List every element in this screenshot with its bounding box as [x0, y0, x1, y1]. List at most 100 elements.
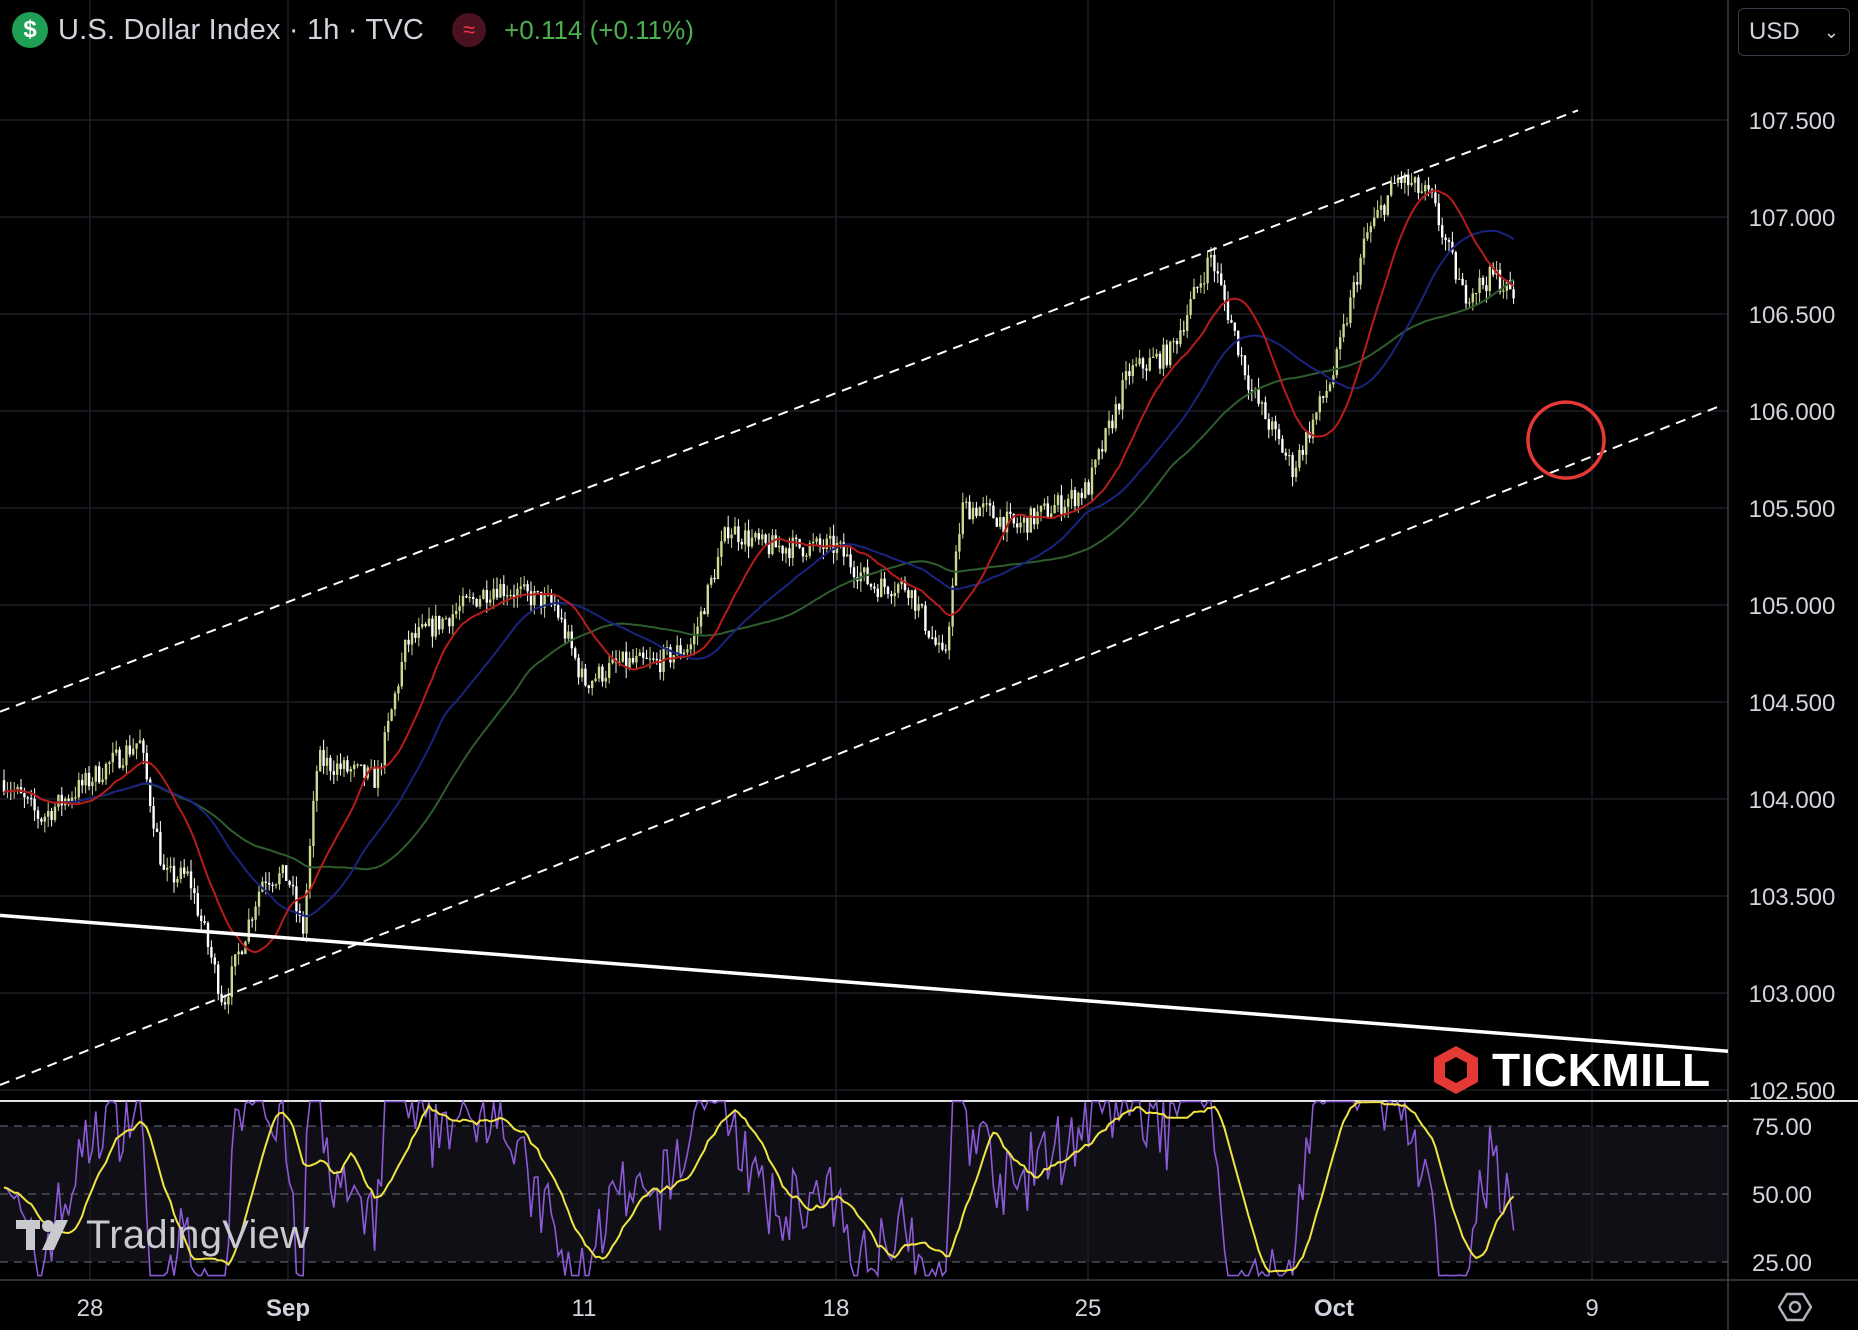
candle-body — [128, 745, 131, 755]
candle-body — [339, 763, 342, 770]
candle-body — [686, 649, 689, 653]
currency-button[interactable]: USD ⌄ — [1738, 8, 1850, 56]
candle-body — [594, 678, 597, 682]
candle-body — [699, 611, 703, 627]
candle-body — [795, 537, 798, 539]
candle-body — [359, 764, 363, 766]
dollar-icon[interactable]: $ — [12, 12, 48, 48]
candle-body — [1128, 371, 1131, 376]
candle-body — [271, 884, 274, 886]
tickmill-logo: TICKMILL — [1430, 1044, 1711, 1096]
candle-body — [1118, 403, 1121, 410]
candle-body — [1267, 419, 1270, 430]
candle-body — [1339, 337, 1342, 350]
candle-body — [1148, 357, 1151, 371]
candle-body — [1481, 277, 1485, 286]
candle-body — [53, 806, 57, 820]
candle-body — [1070, 489, 1073, 499]
candle-body — [506, 595, 509, 597]
candle-body — [342, 760, 346, 770]
candle — [1454, 250, 1457, 284]
price-change: +0.114 (+0.11%) — [504, 14, 694, 45]
candle-body — [1179, 330, 1182, 345]
candle-body — [451, 614, 454, 627]
candle — [285, 865, 288, 881]
candle-body — [247, 919, 250, 942]
candle-body — [1080, 492, 1083, 498]
candle-body — [1281, 438, 1284, 453]
candle-body — [526, 584, 529, 592]
candle-body — [784, 548, 788, 554]
candle-body — [849, 554, 852, 568]
candle-body — [240, 951, 244, 955]
candle — [475, 598, 478, 608]
candle-body — [70, 797, 74, 802]
y-tick-label: 106.000 — [1749, 399, 1836, 426]
candle-body — [778, 545, 781, 548]
candle-body — [1233, 322, 1236, 331]
candle-body — [145, 752, 148, 780]
candle-body — [1417, 177, 1420, 193]
rsi-tick-label: 75.00 — [1752, 1114, 1812, 1141]
chart-canvas[interactable]: 107.500 107.000 106.500 106.000 105.500 105.0… — [0, 0, 1858, 1330]
y-tick-label: 106.500 — [1749, 302, 1836, 329]
candle-body — [1138, 358, 1141, 365]
candle-body — [1335, 349, 1338, 376]
candle-body — [536, 591, 539, 593]
candle-body — [635, 655, 638, 663]
candle-body — [1356, 282, 1359, 285]
gear-icon[interactable] — [1778, 1290, 1812, 1324]
candle-body — [1203, 283, 1206, 285]
candle-body — [999, 517, 1002, 527]
candle-body — [706, 584, 709, 615]
candle-body — [1373, 217, 1376, 227]
candle-body — [1114, 403, 1117, 429]
candle-body — [1291, 455, 1294, 478]
candle-body — [142, 740, 145, 753]
candle-body — [33, 798, 36, 811]
candle-body — [1366, 232, 1369, 239]
candle-body — [1342, 324, 1345, 338]
candle-body — [104, 763, 108, 780]
candle-body — [757, 533, 760, 540]
candle-body — [931, 637, 934, 639]
wave-icon[interactable]: ≈ — [452, 13, 487, 47]
chevron-down-icon: ⌄ — [1823, 21, 1839, 42]
candle-body — [332, 771, 335, 775]
candle-body — [196, 893, 199, 916]
candle-body — [475, 598, 478, 607]
candle-body — [1393, 182, 1396, 184]
candle — [1237, 330, 1240, 358]
candle-body — [376, 766, 380, 788]
candle-body — [353, 764, 356, 770]
candle-body — [1434, 192, 1437, 204]
candle-body — [1390, 182, 1393, 196]
symbol-title[interactable]: U.S. Dollar Index · 1h · TVC — [58, 14, 424, 47]
candle-body — [791, 537, 794, 558]
candle-body — [346, 760, 349, 772]
candle-body — [642, 652, 645, 658]
candle-body — [1410, 182, 1413, 186]
candle-body — [492, 588, 495, 600]
candle-body — [1437, 203, 1440, 226]
candle-body — [948, 626, 951, 651]
candle-body — [761, 534, 764, 540]
candle-body — [152, 805, 155, 829]
candle-body — [1107, 420, 1111, 429]
candle-body — [502, 583, 505, 597]
candle-body — [125, 745, 128, 766]
candle-body — [917, 604, 920, 611]
candle-body — [965, 501, 968, 503]
candle-body — [159, 831, 162, 865]
candle-body — [971, 507, 975, 520]
candle-body — [206, 922, 210, 947]
candle-body — [421, 623, 424, 628]
candle-body — [478, 598, 482, 607]
candle-body — [390, 709, 393, 721]
candle-body — [291, 884, 295, 887]
candle-body — [1386, 195, 1389, 215]
candle-body — [975, 507, 978, 517]
candle-body — [689, 644, 692, 650]
candle-body — [982, 503, 985, 508]
candle-body — [560, 617, 563, 620]
